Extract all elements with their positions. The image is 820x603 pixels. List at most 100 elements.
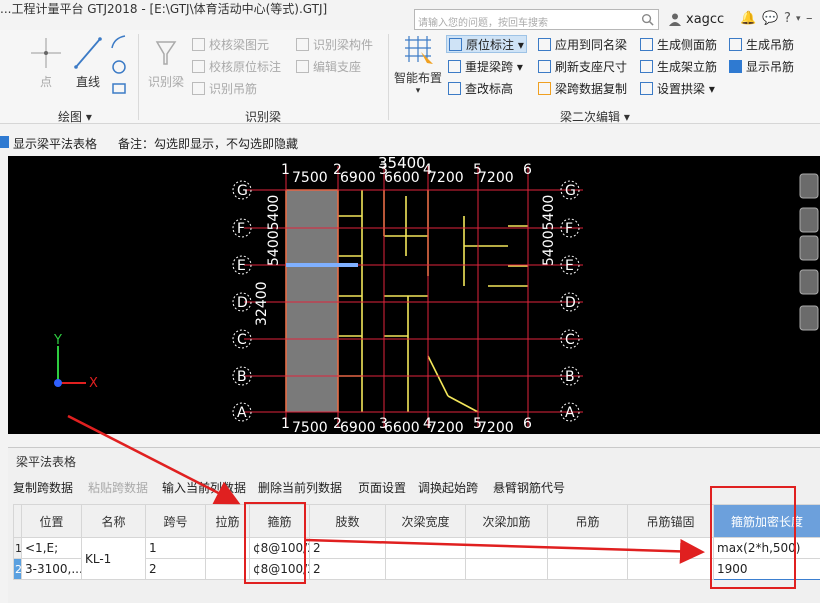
cell-secondary-add[interactable]	[465, 537, 548, 559]
paste-span-button[interactable]: 粘贴跨数据	[88, 479, 148, 496]
cell-legs[interactable]: 2	[309, 558, 386, 580]
change-elevation-button[interactable]: 查改标高	[448, 80, 513, 98]
cell-dense-length[interactable]: 1900	[713, 558, 820, 580]
cell-tie-bar[interactable]	[205, 558, 250, 580]
cell-stirrup[interactable]: ¢8@100/2	[249, 537, 310, 559]
apply-same-name-button[interactable]: 应用到同名梁	[538, 36, 627, 54]
identify-hanger-button[interactable]: 识别吊筋	[192, 80, 257, 98]
input-column-button[interactable]: 输入当前列数据	[162, 479, 246, 496]
cell-secondary-width[interactable]	[385, 537, 466, 559]
row-axis-label: A	[237, 405, 247, 421]
bell-icon[interactable]: 🔔	[740, 11, 756, 26]
smart-layout-button[interactable]: 智能布置 ▾	[394, 36, 442, 96]
stand-bar-icon	[640, 60, 653, 73]
row-number[interactable]: 1	[13, 537, 22, 559]
x-axis-label: X	[89, 376, 98, 391]
chat-icon[interactable]: 💬	[762, 11, 778, 26]
row-axis-label: F	[565, 221, 573, 237]
side-total-dimension: 32400	[254, 281, 270, 326]
cell-tie-bar[interactable]	[205, 537, 250, 559]
col-tie-bar[interactable]: 拉筋	[205, 504, 250, 538]
row-axis-label: C	[237, 332, 247, 348]
cell-hanger-anchor[interactable]	[627, 537, 714, 559]
col-name[interactable]: 名称	[81, 504, 146, 538]
cell-hanger[interactable]	[547, 558, 628, 580]
minimize-icon[interactable]: –	[806, 11, 813, 26]
identify-beam-member-button[interactable]: 识别梁构件	[296, 36, 373, 54]
line-button[interactable]: 直线	[72, 36, 104, 90]
col-dense-length[interactable]: 箍筋加密长度	[713, 504, 820, 538]
edit-support-label: 编辑支座	[313, 60, 362, 74]
draw-group-label[interactable]: 绘图 ▾	[58, 108, 92, 125]
line-icon	[74, 37, 102, 69]
original-annotation-label: 原位标注	[466, 38, 515, 52]
cantilever-code-button[interactable]: 悬臂钢筋代号	[493, 479, 565, 496]
cell-secondary-width[interactable]	[385, 558, 466, 580]
cell-name[interactable]: KL-1	[81, 537, 146, 580]
col-hanger[interactable]: 吊筋	[547, 504, 628, 538]
drawing-canvas[interactable]: 1 1 2 2 3 3 4 4 5 5 6 6 G G F F E E D D C C B B A A 35400 7500 7500 6…	[8, 154, 820, 436]
cell-stirrup[interactable]: ¢8@100/2	[249, 558, 310, 580]
secondary-group-text: 梁二次编辑	[560, 110, 621, 124]
gen-stand-bar-button[interactable]: 生成架立筋	[640, 58, 717, 76]
search-box[interactable]: 请输入您的问题，按回车搜索	[414, 9, 659, 30]
col-position[interactable]: 位置	[21, 504, 82, 538]
check-beam-drawing-button[interactable]: 校核梁图元	[192, 36, 269, 54]
cell-secondary-add[interactable]	[465, 558, 548, 580]
floor-plan[interactable]: 112233445566G GF FE ED DC CB BA A35400750075006…	[8, 154, 820, 436]
row-number[interactable]: 2	[13, 558, 22, 580]
edit-icon	[296, 60, 309, 73]
original-annotation-button[interactable]: 原位标注 ▾	[446, 35, 527, 53]
copy-span-data-button[interactable]: 梁跨数据复制	[538, 80, 627, 98]
smart-layout-icon	[405, 36, 433, 64]
cell-span[interactable]: 2	[145, 558, 206, 580]
copy-span-button[interactable]: 复制跨数据	[13, 479, 73, 496]
identify-beam-button[interactable]: 识别梁	[146, 36, 186, 90]
shaded-region	[286, 190, 338, 412]
user-avatar-icon[interactable]	[668, 12, 682, 26]
span-dimension: 6900	[340, 420, 376, 434]
col-stirrup[interactable]: 箍筋	[249, 504, 310, 538]
col-span[interactable]: 跨号	[145, 504, 206, 538]
set-arch-button[interactable]: 设置拱梁 ▾	[640, 80, 715, 98]
secondary-group-label[interactable]: 梁二次编辑 ▾	[560, 108, 630, 125]
help-icon[interactable]: ?	[784, 11, 791, 26]
origin-point	[54, 379, 62, 387]
draw-tools-icons[interactable]	[110, 34, 128, 98]
row-axis-label: D	[565, 295, 576, 311]
cell-legs[interactable]: 2	[309, 537, 386, 559]
cell-span[interactable]: 1	[145, 537, 206, 559]
page-setup-button[interactable]: 页面设置	[358, 479, 406, 496]
chevron-down-icon[interactable]: ▾	[796, 14, 801, 24]
cell-position[interactable]: 3-3100,...	[21, 558, 82, 580]
search-icon[interactable]	[641, 13, 654, 26]
cell-hanger[interactable]	[547, 537, 628, 559]
delete-column-button[interactable]: 删除当前列数据	[258, 479, 342, 496]
show-table-checkbox[interactable]	[0, 136, 9, 148]
column-axis-label: 6	[523, 416, 532, 432]
side-dimension: 54005400	[541, 195, 557, 266]
re-extract-span-button[interactable]: 重提梁跨 ▾	[448, 58, 523, 76]
swap-start-span-button[interactable]: 调换起始跨	[418, 479, 478, 496]
span-dimension: 7500	[292, 420, 328, 434]
col-legs[interactable]: 肢数	[309, 504, 386, 538]
col-secondary-width[interactable]: 次梁宽度	[385, 504, 466, 538]
point-button[interactable]: 点	[28, 36, 64, 90]
check-annotation-icon	[192, 60, 205, 73]
hanger-icon	[192, 82, 205, 95]
check-annotation-button[interactable]: 校核原位标注	[192, 58, 281, 76]
panel-title: 梁平法表格	[16, 455, 77, 469]
search-input[interactable]: 请输入您的问题，按回车搜索	[418, 14, 548, 29]
username[interactable]: xagcc	[686, 12, 724, 27]
gen-side-bar-button[interactable]: 生成侧面筋	[640, 36, 717, 54]
table-row[interactable]: 1 <1,E; KL-1 1 ¢8@100/2 2 max(2*h,500)	[13, 537, 820, 580]
col-secondary-add[interactable]: 次梁加筋	[465, 504, 548, 538]
cell-position[interactable]: <1,E;	[21, 537, 82, 559]
cell-dense-length[interactable]: max(2*h,500)	[713, 537, 820, 559]
gen-hanger-button[interactable]: 生成吊筋	[729, 36, 794, 54]
col-hanger-anchor[interactable]: 吊筋锚固	[627, 504, 714, 538]
show-hanger-checkbox[interactable]: 显示吊筋	[729, 58, 794, 76]
edit-support-button[interactable]: 编辑支座	[296, 58, 361, 76]
refresh-support-button[interactable]: 刷新支座尺寸	[538, 58, 627, 76]
cell-hanger-anchor[interactable]	[627, 558, 714, 580]
